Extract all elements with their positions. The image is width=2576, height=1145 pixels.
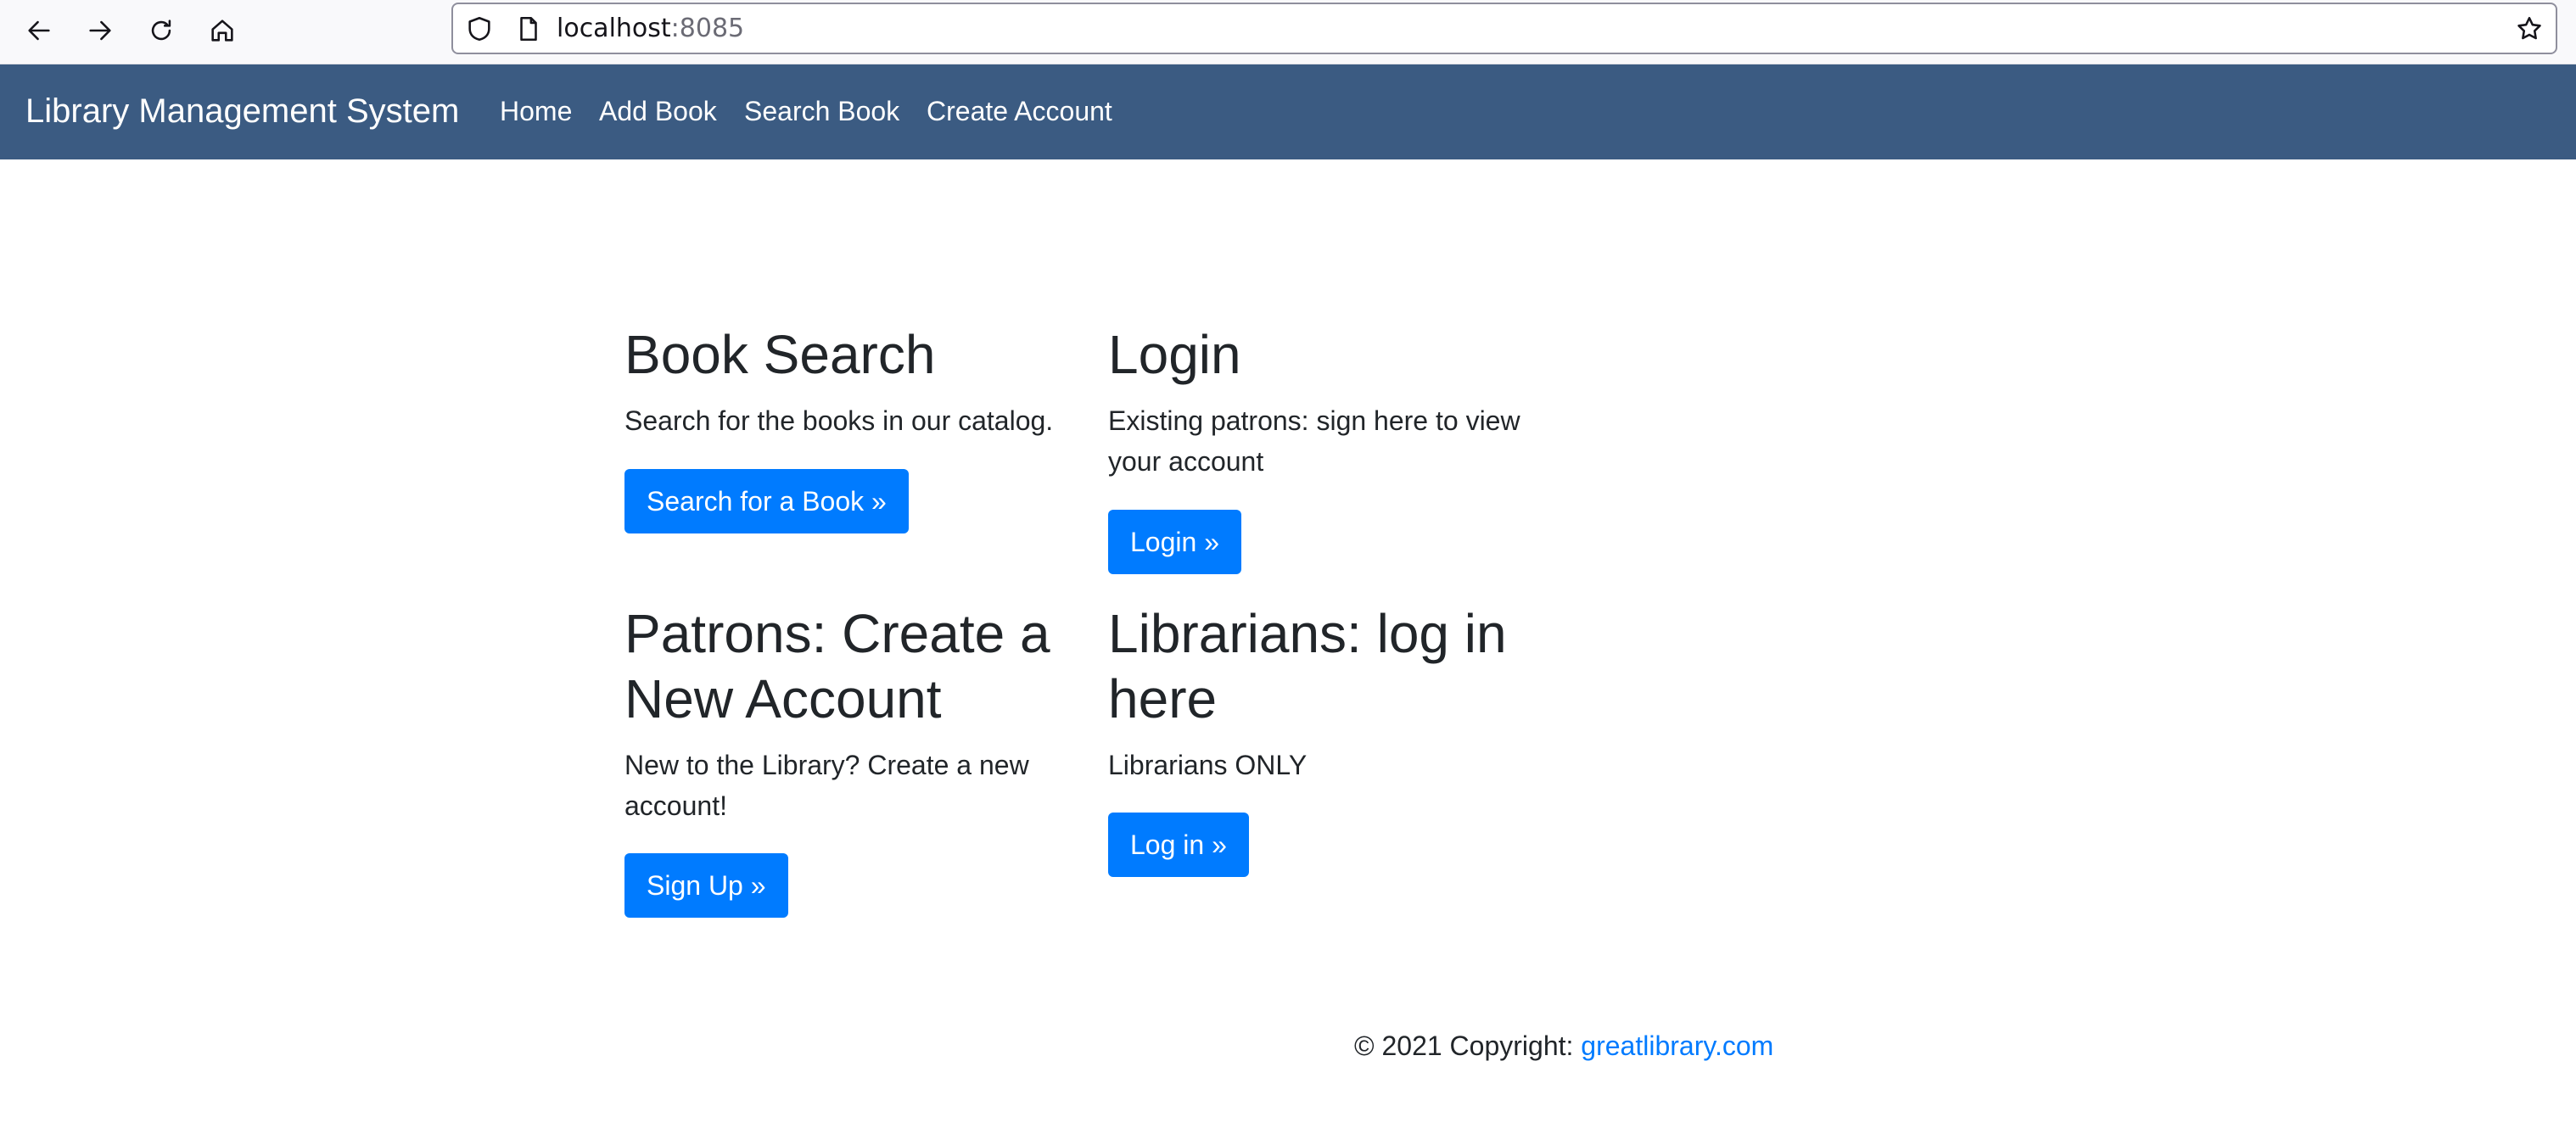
librarians-title-line-1: Librarians: log in <box>1108 603 1507 664</box>
patrons-title-line-2: New Account <box>624 668 942 729</box>
nav-link-home[interactable]: Home <box>500 93 572 129</box>
address-bar[interactable]: localhost:8085 <box>451 3 2557 54</box>
browser-toolbar: localhost:8085 <box>0 0 2576 64</box>
forward-icon[interactable] <box>81 12 119 49</box>
footer-link[interactable]: greatlibrary.com <box>1581 1030 1773 1061</box>
patrons-text-line-2: account! <box>624 790 727 821</box>
home-icon[interactable] <box>204 12 241 49</box>
book-search-text: Search for the books in our catalog. <box>624 405 1054 436</box>
site-navbar: Library Management System Home Add Book … <box>0 64 2576 159</box>
url-text[interactable]: localhost:8085 <box>557 13 744 45</box>
sign-up-button[interactable]: Sign Up » <box>624 853 788 918</box>
footer-copyright: © 2021 Copyright: <box>1354 1030 1582 1061</box>
nav-link-create-account[interactable]: Create Account <box>927 93 1112 129</box>
url-port: :8085 <box>670 14 745 43</box>
footer: © 2021 Copyright: greatlibrary.com <box>1354 1028 1773 1064</box>
patrons-title-line-1: Patrons: Create a <box>624 603 1050 664</box>
librarians-text: Librarians ONLY <box>1108 750 1308 780</box>
login-text-line-2: your account <box>1108 446 1264 477</box>
url-host: localhost <box>557 14 671 43</box>
bookmark-star-icon[interactable] <box>2515 14 2544 43</box>
login-button[interactable]: Login » <box>1108 510 1241 574</box>
login-text-line-1: Existing patrons: sign here to view <box>1108 405 1520 436</box>
book-search-title: Book Search <box>624 324 936 385</box>
librarian-log-in-button[interactable]: Log in » <box>1108 813 1249 877</box>
navbar-brand[interactable]: Library Management System <box>25 90 459 132</box>
back-icon[interactable] <box>20 12 58 49</box>
reload-icon[interactable] <box>143 12 180 49</box>
search-for-book-button[interactable]: Search for a Book » <box>624 469 909 533</box>
login-title: Login <box>1108 324 1241 385</box>
page-icon <box>520 16 537 42</box>
nav-link-search-book[interactable]: Search Book <box>744 93 899 129</box>
nav-link-add-book[interactable]: Add Book <box>599 93 717 129</box>
shield-icon[interactable] <box>465 14 494 43</box>
librarians-title-line-2: here <box>1108 668 1218 729</box>
patrons-text-line-1: New to the Library? Create a new <box>624 750 1029 780</box>
